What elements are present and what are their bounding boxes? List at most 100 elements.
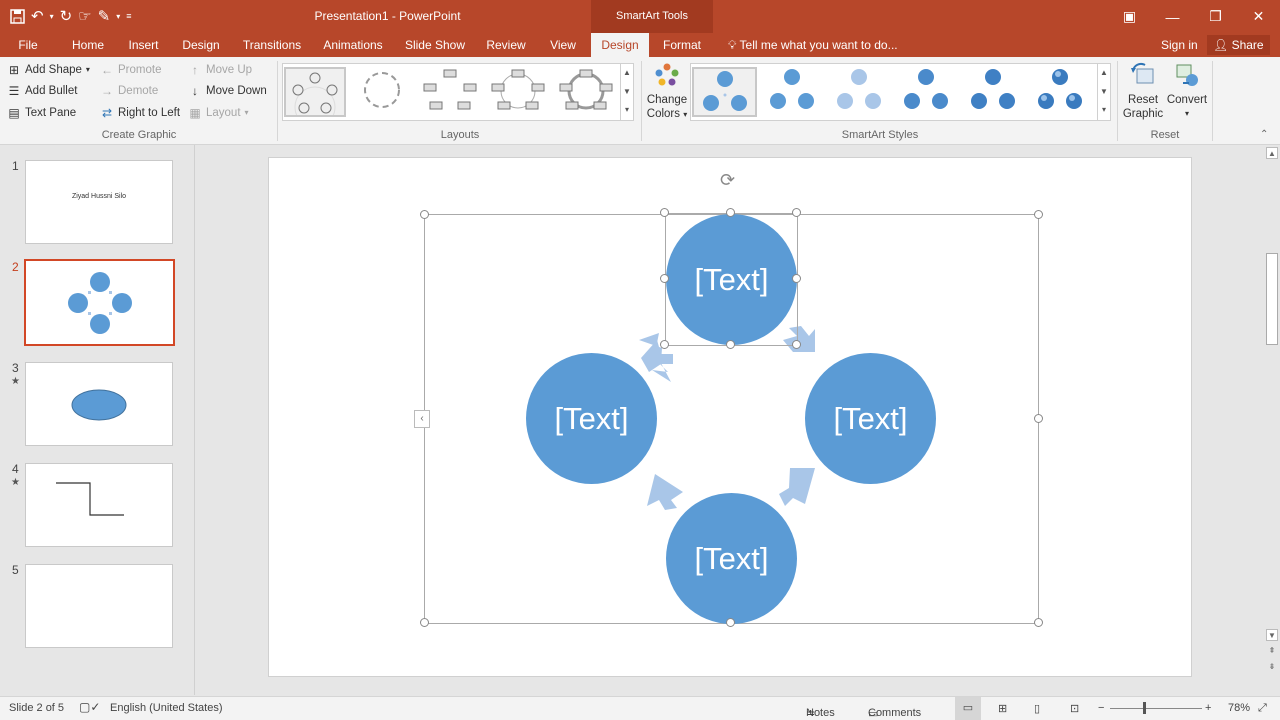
language-indicator[interactable]: English (United States): [110, 702, 223, 714]
normal-view-icon[interactable]: ▭: [955, 697, 981, 720]
resize-handle[interactable]: [1034, 210, 1043, 219]
shape-resize-handle[interactable]: [660, 208, 669, 217]
zoom-slider[interactable]: [1110, 708, 1202, 709]
add-shape-button[interactable]: ⊞ Add Shape ▾: [7, 60, 90, 80]
resize-handle[interactable]: [726, 618, 735, 627]
demote-button[interactable]: → Demote: [100, 81, 158, 101]
more-icon[interactable]: ▾: [621, 101, 633, 120]
resize-handle[interactable]: [420, 210, 429, 219]
tab-file[interactable]: File: [10, 33, 46, 57]
text-pane-toggle-icon[interactable]: ‹: [414, 410, 430, 428]
shape-resize-handle[interactable]: [726, 340, 735, 349]
close-icon[interactable]: ✕: [1237, 0, 1280, 33]
tab-format[interactable]: Format: [656, 33, 708, 57]
minimize-icon[interactable]: —: [1151, 0, 1194, 33]
shape-resize-handle[interactable]: [792, 340, 801, 349]
promote-button[interactable]: ← Promote: [100, 60, 161, 80]
layout-continuous-cycle[interactable]: [557, 67, 619, 117]
ribbon-display-options-icon[interactable]: ▣: [1108, 0, 1151, 33]
tab-slide-show[interactable]: Slide Show: [400, 33, 470, 57]
shape-resize-handle[interactable]: [660, 274, 669, 283]
next-slide-icon[interactable]: ⇟: [1266, 661, 1278, 673]
scroll-up-icon[interactable]: ▲: [621, 64, 633, 83]
tell-me-search[interactable]: 💡︎ Tell me what you want to do...: [728, 33, 898, 57]
tab-review[interactable]: Review: [482, 33, 530, 57]
restore-icon[interactable]: ❐: [1194, 0, 1237, 33]
layouts-gallery-scroll[interactable]: ▲ ▼ ▾: [620, 64, 633, 120]
shape-resize-handle[interactable]: [660, 340, 669, 349]
slide-sorter-icon[interactable]: ⊞: [998, 702, 1007, 715]
slide-thumbnail-1[interactable]: Ziyad Hussni Silo: [25, 160, 173, 244]
undo-dropdown-icon[interactable]: ▾: [50, 6, 54, 26]
style-3d-polished[interactable]: [1029, 67, 1094, 117]
tab-smartart-design[interactable]: Design: [591, 33, 649, 57]
resize-handle[interactable]: [1034, 618, 1043, 627]
tab-design[interactable]: Design: [176, 33, 226, 57]
scroll-down-icon[interactable]: ▼: [1266, 629, 1278, 641]
slideshow-view-icon[interactable]: ⊡: [1070, 702, 1079, 715]
style-simple-fill[interactable]: [692, 67, 757, 117]
style-intense-effect[interactable]: [962, 67, 1027, 117]
pen-dropdown-icon[interactable]: ▾: [116, 6, 120, 26]
share-button[interactable]: 👤︎ Share: [1207, 35, 1270, 55]
move-up-button[interactable]: ↑ Move Up: [188, 60, 252, 80]
rotate-handle-icon[interactable]: ⟳: [720, 170, 735, 191]
zoom-level[interactable]: 78%: [1228, 702, 1250, 714]
resize-handle[interactable]: [1034, 414, 1043, 423]
tab-home[interactable]: Home: [64, 33, 112, 57]
style-white-outline[interactable]: [761, 67, 826, 117]
scroll-down-icon[interactable]: ▼: [621, 83, 633, 102]
pen-icon[interactable]: ✎: [98, 6, 111, 26]
tab-transitions[interactable]: Transitions: [238, 33, 306, 57]
tab-insert[interactable]: Insert: [121, 33, 166, 57]
add-bullet-button[interactable]: ☰ Add Bullet: [7, 81, 78, 101]
layout-block-cycle[interactable]: [421, 67, 483, 117]
zoom-slider-thumb[interactable]: [1143, 702, 1146, 714]
cycle-shape-bottom[interactable]: [Text]: [666, 493, 797, 624]
fit-to-window-icon[interactable]: ⤢: [1258, 702, 1267, 715]
shape-resize-handle[interactable]: [726, 208, 735, 217]
spelling-check-icon[interactable]: ▢✓: [79, 700, 100, 714]
style-moderate-effect[interactable]: [895, 67, 960, 117]
scroll-up-icon[interactable]: ▲: [1098, 64, 1110, 83]
scroll-down-icon[interactable]: ▼: [1098, 83, 1110, 102]
zoom-out-icon[interactable]: −: [1098, 702, 1104, 714]
cycle-shape-left[interactable]: [Text]: [526, 353, 657, 484]
slide-thumbnail-3[interactable]: [25, 362, 173, 446]
change-colors-button[interactable]: Change Colors ▾: [645, 61, 689, 122]
scroll-up-icon[interactable]: ▲: [1266, 147, 1278, 159]
styles-gallery-scroll[interactable]: ▲ ▼ ▾: [1097, 64, 1110, 120]
customize-qat-icon[interactable]: ≡: [126, 6, 131, 26]
style-subtle-effect[interactable]: [828, 67, 893, 117]
vertical-scrollbar[interactable]: ▲ ▼ ⇞ ⇟: [1264, 145, 1280, 695]
tab-view[interactable]: View: [543, 33, 583, 57]
cycle-shape-right[interactable]: [Text]: [805, 353, 936, 484]
slide-thumbnail-2[interactable]: [24, 259, 175, 346]
undo-icon[interactable]: ↶: [31, 6, 44, 26]
scrollbar-thumb[interactable]: [1266, 253, 1278, 345]
slide-thumbnail-4[interactable]: [25, 463, 173, 547]
slide-canvas[interactable]: [Text] [Text] [Text] [Text] ⟳ ‹: [268, 157, 1192, 677]
shape-resize-handle[interactable]: [792, 208, 801, 217]
shape-resize-handle[interactable]: [792, 274, 801, 283]
layout-basic-cycle[interactable]: [284, 67, 346, 128]
zoom-in-icon[interactable]: +: [1205, 702, 1211, 714]
tab-animations[interactable]: Animations: [318, 33, 388, 57]
redo-icon[interactable]: ↻: [60, 6, 73, 26]
layout-nondirectional-cycle[interactable]: [489, 67, 551, 117]
right-to-left-button[interactable]: ⇄ Right to Left: [100, 103, 180, 123]
move-down-button[interactable]: ↓ Move Down: [188, 81, 267, 101]
layout-button[interactable]: ▦ Layout ▾: [188, 103, 248, 123]
save-icon[interactable]: [10, 6, 25, 26]
reset-graphic-button[interactable]: Reset Graphic: [1120, 61, 1166, 121]
previous-slide-icon[interactable]: ⇞: [1266, 645, 1278, 657]
sign-in-link[interactable]: Sign in: [1161, 33, 1198, 57]
cycle-shape-top[interactable]: [Text]: [666, 214, 797, 345]
collapse-ribbon-icon[interactable]: ⌃: [1260, 129, 1268, 140]
more-icon[interactable]: ▾: [1098, 101, 1110, 120]
text-pane-button[interactable]: ▤ Text Pane: [7, 103, 76, 123]
touch-mode-icon[interactable]: ☞: [78, 6, 91, 26]
reading-view-icon[interactable]: ▯: [1034, 702, 1040, 715]
layout-text-cycle[interactable]: [353, 67, 415, 117]
convert-button[interactable]: Convert ▾: [1165, 61, 1209, 121]
